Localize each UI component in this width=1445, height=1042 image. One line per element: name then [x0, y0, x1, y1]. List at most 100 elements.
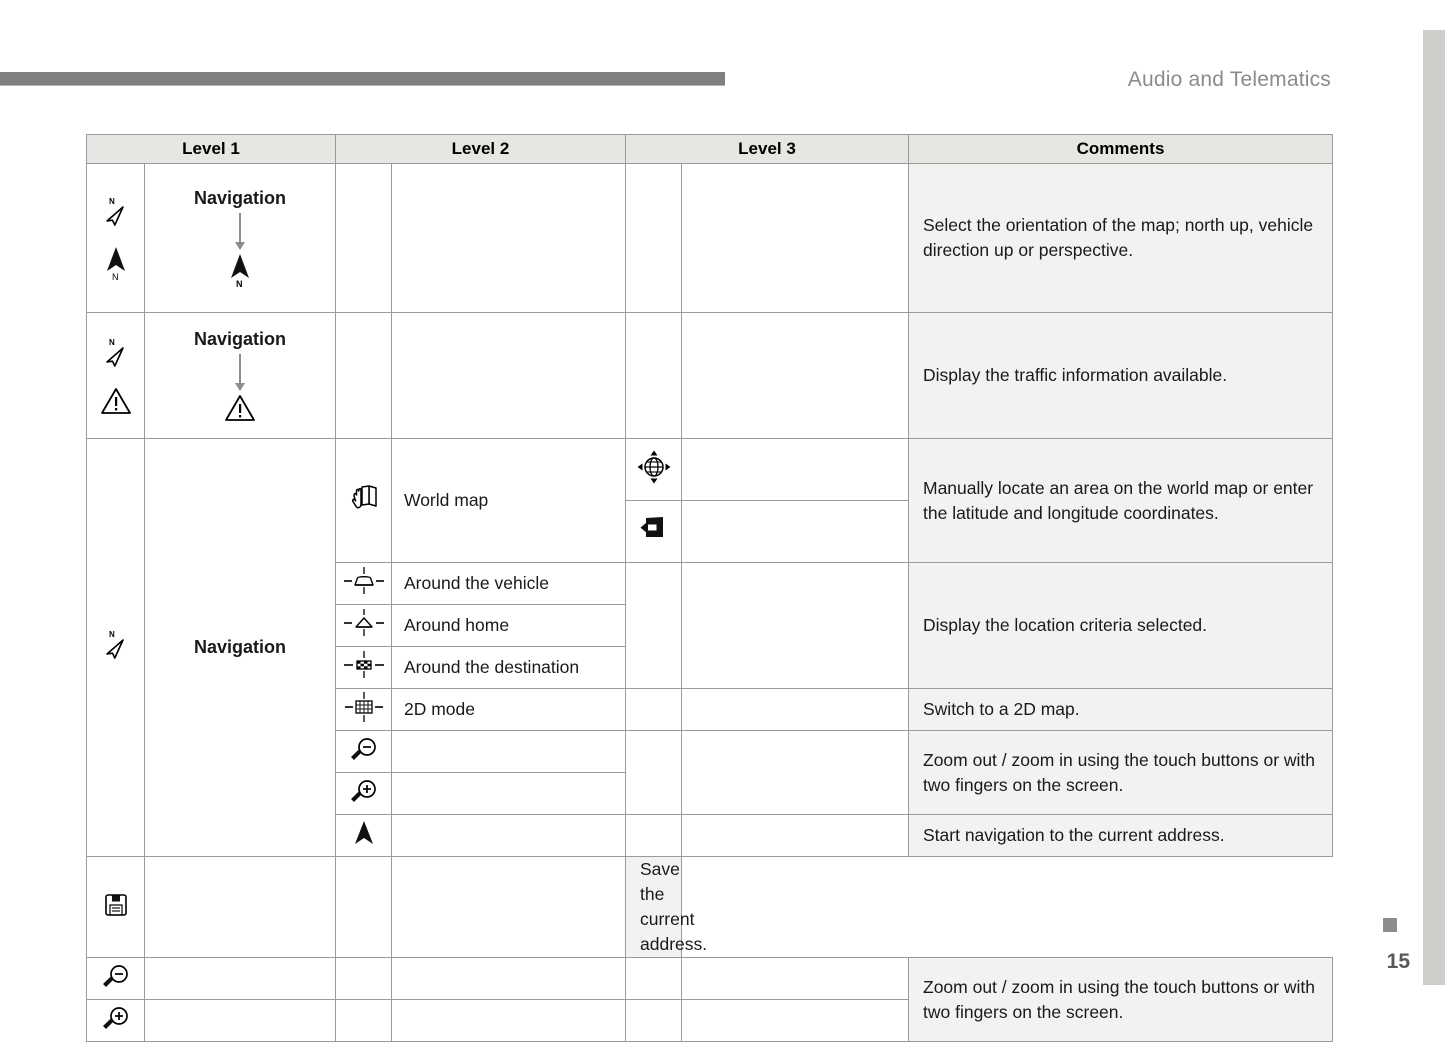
table-row: N N Navigation N Select the orientation …	[86, 163, 1333, 313]
level2-label-cell: Around home	[391, 604, 626, 647]
level1-label-cell	[144, 957, 336, 1000]
level3-label-cell	[681, 688, 909, 731]
level3-label-cell	[681, 312, 909, 439]
level2-icon-cell	[86, 856, 145, 958]
svg-text:N: N	[109, 630, 115, 639]
save-floppy-icon	[101, 890, 131, 920]
level3-icon-cell	[625, 562, 682, 689]
level1-label-cell	[144, 999, 336, 1042]
level1-icon-cell	[86, 999, 145, 1042]
level2-label-cell	[391, 957, 626, 1000]
level2-icon-cell	[335, 957, 392, 1000]
level2-label-cell: Around the destination	[391, 646, 626, 689]
level3-label-cell	[391, 856, 626, 958]
level3-icon-cell	[625, 957, 682, 1000]
level1-icon-stack: N N	[87, 195, 144, 282]
level3-icon-cell	[625, 438, 682, 501]
table-row: N Navigation Display the traffic informa…	[86, 312, 1333, 439]
page-number: 15	[1386, 950, 1410, 973]
level2-icon-cell	[335, 312, 392, 439]
level2-icon-cell	[335, 730, 392, 773]
level1-label-cell: Navigation N	[144, 163, 336, 313]
level1-icon-cell: N N	[86, 163, 145, 313]
navigate-arrow-icon	[349, 818, 379, 848]
column-header-level3: Level 3	[625, 134, 909, 164]
level2-icon-cell	[335, 814, 392, 857]
level3-icon-cell	[625, 814, 682, 857]
level2-icon-cell	[335, 604, 392, 647]
north-arrow-filled-icon: N	[225, 252, 255, 289]
level2-icon-cell	[335, 772, 392, 815]
comment-cell: Switch to a 2D map.	[908, 688, 1333, 731]
level2-label-cell: Around the vehicle	[391, 562, 626, 605]
page-header-title: Audio and Telematics	[1127, 68, 1331, 91]
around-destination-icon	[342, 648, 386, 682]
level1-label: Navigation	[193, 328, 286, 349]
svg-text:N: N	[109, 338, 115, 347]
table-row: Zoom out / zoom in using the touch butto…	[86, 957, 1333, 1042]
level2-label-cell	[391, 772, 626, 815]
level3-label-cell	[681, 957, 909, 1000]
table-header-row: Level 1 Level 2 Level 3 Comments	[86, 134, 1333, 164]
compass-nw-outline-icon: N	[101, 336, 131, 370]
zoom-out-icon	[346, 734, 382, 764]
level2-label-cell	[391, 814, 626, 857]
level3-icon-cell	[625, 688, 682, 731]
level1-flow: Navigation	[145, 329, 335, 423]
warning-triangle-icon	[224, 393, 256, 423]
comment-cell: Manually locate an area on the world map…	[908, 438, 1333, 563]
column-header-comments: Comments	[908, 134, 1333, 164]
svg-text:N: N	[112, 272, 119, 281]
level2-icon-cell	[335, 163, 392, 313]
zoom-out-icon	[98, 961, 134, 991]
level3-icon-cell	[625, 999, 682, 1042]
zoom-in-icon	[98, 1003, 134, 1033]
level3-label-cell	[681, 163, 909, 313]
level3-icon-cell	[335, 856, 392, 958]
column-header-level2: Level 2	[335, 134, 626, 164]
around-home-icon	[342, 606, 386, 640]
level1-icon-cell	[86, 957, 145, 1000]
svg-text:N: N	[236, 279, 243, 288]
level1-icon-cell: N	[86, 438, 145, 857]
page-edge-bar	[1423, 30, 1445, 985]
level2-label-cell	[391, 999, 626, 1042]
level3-icon-cell	[625, 163, 682, 313]
return-arrow-icon	[637, 513, 671, 545]
level2-icon-cell	[335, 646, 392, 689]
north-arrow-filled-icon: N	[101, 245, 131, 282]
level1-flow: Navigation N	[145, 188, 335, 289]
flow-arrow-down-icon	[235, 213, 245, 250]
column-header-level1: Level 1	[86, 134, 336, 164]
level3-label-cell	[681, 562, 909, 689]
comment-cell: Select the orientation of the map; north…	[908, 163, 1333, 313]
level3-icon-cell	[625, 312, 682, 439]
hand-map-icon	[349, 482, 379, 514]
level2-label-cell: 2D mode	[391, 688, 626, 731]
level2-label-cell: World map	[391, 438, 626, 563]
2d-grid-icon	[342, 690, 386, 724]
level3-icon-cell	[625, 500, 682, 563]
level2-icon-cell	[335, 562, 392, 605]
page-marker-square	[1383, 918, 1397, 932]
table-row: N Navigation World map Manually locate a…	[86, 438, 1333, 857]
level3-label-cell	[681, 814, 909, 857]
zoom-in-icon	[346, 776, 382, 806]
table-row: Save the current address.	[86, 856, 1333, 958]
header-rule	[0, 72, 725, 86]
warning-triangle-icon	[100, 386, 132, 416]
level2-label-cell	[391, 312, 626, 439]
flow-arrow-down-icon	[235, 353, 245, 391]
level2-label-cell	[391, 163, 626, 313]
level1-label-cell: Navigation	[144, 438, 336, 857]
level3-label-cell	[681, 999, 909, 1042]
around-vehicle-icon	[342, 564, 386, 598]
level1-icon-stack: N	[87, 336, 144, 416]
comment-cell: Zoom out / zoom in using the touch butto…	[908, 730, 1333, 815]
level2-label-cell	[391, 730, 626, 773]
level2-label-cell	[144, 856, 336, 958]
level1-label: Navigation	[193, 188, 286, 208]
level1-label-cell: Navigation	[144, 312, 336, 439]
comment-cell: Start navigation to the current address.	[908, 814, 1333, 857]
compass-nw-outline-icon: N	[101, 195, 131, 229]
